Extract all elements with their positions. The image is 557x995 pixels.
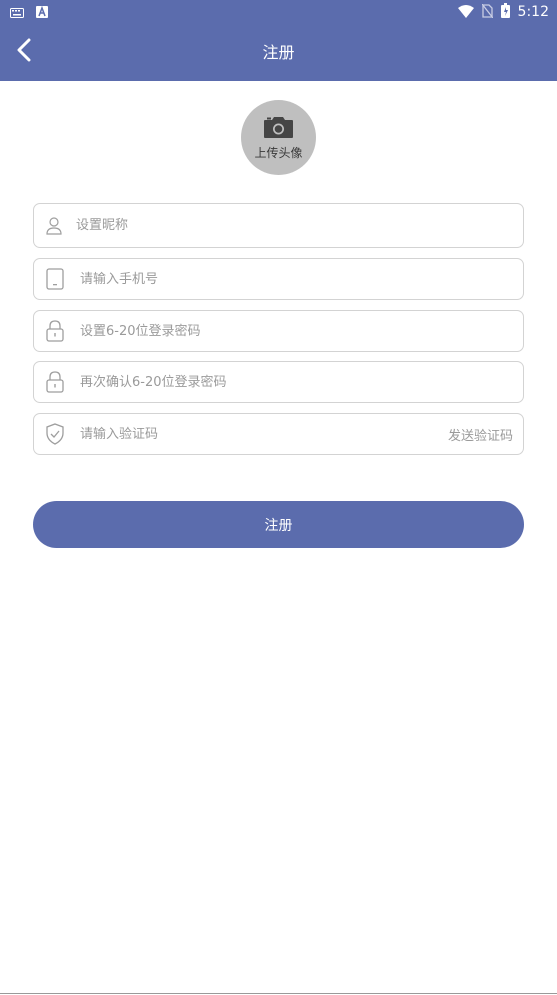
title-bar: 注册 (0, 24, 557, 81)
status-left-icons (10, 4, 48, 20)
status-bar: 5:12 (0, 0, 557, 24)
camera-icon (263, 115, 294, 143)
chevron-left-icon (17, 38, 31, 66)
shield-check-icon (46, 423, 64, 445)
avatar-upload[interactable]: 上传头像 (241, 100, 316, 175)
phone-input[interactable] (80, 259, 460, 299)
nickname-input[interactable] (76, 204, 456, 247)
status-right-icons: 5:12 (457, 2, 549, 22)
lock-icon (46, 320, 64, 342)
send-code-button[interactable]: 发送验证码 (448, 414, 513, 454)
phone-field[interactable] (33, 258, 524, 300)
status-time: 5:12 (517, 4, 549, 20)
nickname-field[interactable] (33, 203, 524, 248)
a-notification-icon (36, 3, 48, 22)
avatar-label: 上传头像 (254, 146, 303, 160)
user-icon (46, 216, 62, 235)
no-sim-icon (481, 3, 494, 22)
battery-icon (500, 2, 510, 22)
password-input[interactable] (80, 311, 460, 351)
confirm-password-input[interactable] (80, 362, 460, 402)
register-button[interactable]: 注册 (33, 501, 524, 548)
verification-code-input[interactable] (80, 414, 460, 454)
confirm-password-field[interactable] (33, 361, 524, 403)
lock-icon (46, 371, 64, 393)
register-screen: 5:12 注册 上传头像 设置昵称 请输入手机号 请输入验证码 发送验证码 注册 (0, 0, 557, 995)
back-button[interactable] (6, 34, 42, 70)
wifi-icon (457, 3, 474, 22)
page-title: 注册 (262, 43, 295, 62)
keyboard-icon (10, 3, 24, 22)
bottom-divider (0, 993, 557, 994)
verification-code-field[interactable]: 发送验证码 (33, 413, 524, 455)
phone-icon (46, 268, 64, 290)
password-field[interactable] (33, 310, 524, 352)
